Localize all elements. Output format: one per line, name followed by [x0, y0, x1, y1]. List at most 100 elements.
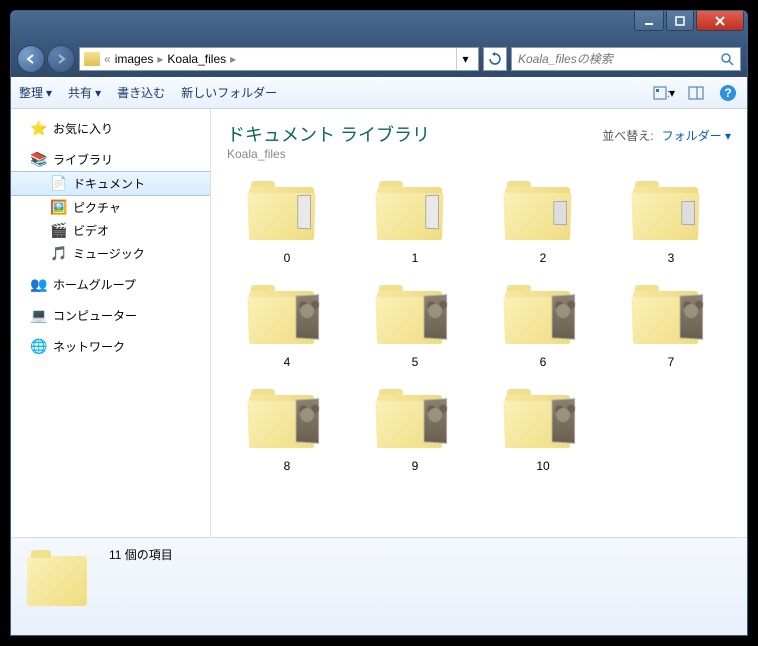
folder-label: 4: [284, 355, 291, 369]
burn-button[interactable]: 書き込む: [117, 84, 165, 101]
address-dropdown[interactable]: ▾: [456, 48, 474, 70]
folder-large-icon: [247, 177, 327, 247]
sidebar-network[interactable]: 🌐ネットワーク: [11, 335, 210, 358]
folder-large-icon: [247, 281, 327, 351]
folder-thumbnail: [424, 294, 447, 339]
minimize-button[interactable]: [634, 11, 664, 31]
address-area: « images ▸ Koala_files ▸ ▾: [11, 41, 747, 77]
folder-thumbnail: [296, 294, 319, 339]
close-button[interactable]: [696, 11, 744, 31]
chevron-icon[interactable]: ▸: [230, 52, 236, 66]
search-box[interactable]: [511, 47, 741, 71]
folder-label: 1: [412, 251, 419, 265]
folder-item[interactable]: 7: [611, 277, 731, 373]
library-icon: 📚: [31, 152, 47, 168]
folder-item[interactable]: 0: [227, 173, 347, 269]
folder-thumbnail: [425, 195, 439, 230]
folder-grid: 0 1 2 3 4 5 6 7 8 9 10: [227, 173, 731, 477]
folder-label: 7: [668, 355, 675, 369]
folder-label: 2: [540, 251, 547, 265]
star-icon: ⭐: [31, 121, 47, 137]
maximize-button[interactable]: [666, 11, 694, 31]
details-pane: 11 個の項目: [11, 537, 747, 636]
refresh-button[interactable]: [483, 47, 507, 71]
explorer-window: « images ▸ Koala_files ▸ ▾ 整理 ▾ 共有 ▾ 書き込…: [10, 10, 748, 636]
music-icon: 🎵: [51, 246, 67, 262]
folder-large-icon: [375, 281, 455, 351]
new-folder-button[interactable]: 新しいフォルダー: [181, 84, 277, 101]
navigation-pane: ⭐お気に入り 📚ライブラリ 📄ドキュメント 🖼️ピクチャ 🎬ビデオ 🎵ミュージッ…: [11, 109, 211, 537]
folder-label: 8: [284, 459, 291, 473]
organize-menu[interactable]: 整理 ▾: [19, 84, 52, 101]
forward-button[interactable]: [47, 45, 75, 73]
sidebar-homegroup[interactable]: 👥ホームグループ: [11, 273, 210, 296]
sidebar-libraries[interactable]: 📚ライブラリ: [11, 148, 210, 171]
folder-large-icon: [503, 177, 583, 247]
folder-large-icon: [631, 177, 711, 247]
homegroup-icon: 👥: [31, 277, 47, 293]
folder-item[interactable]: 10: [483, 381, 603, 477]
folder-label: 9: [412, 459, 419, 473]
breadcrumb-overflow[interactable]: «: [104, 52, 111, 66]
view-menu[interactable]: ▾: [653, 82, 675, 104]
folder-thumbnail: [296, 398, 319, 443]
computer-icon: 💻: [31, 308, 47, 324]
chevron-icon[interactable]: ▸: [157, 52, 163, 66]
back-button[interactable]: [17, 45, 45, 73]
folder-label: 3: [668, 251, 675, 265]
folder-item[interactable]: 8: [227, 381, 347, 477]
folder-label: 0: [284, 251, 291, 265]
folder-item[interactable]: 2: [483, 173, 603, 269]
folder-thumbnail: [681, 201, 695, 225]
picture-icon: 🖼️: [51, 200, 67, 216]
folder-item[interactable]: 1: [355, 173, 475, 269]
svg-text:?: ?: [724, 86, 731, 100]
sort-label: 並べ替え:: [602, 127, 653, 144]
help-button[interactable]: ?: [717, 82, 739, 104]
folder-item[interactable]: 9: [355, 381, 475, 477]
folder-item[interactable]: 5: [355, 277, 475, 373]
sidebar-pictures[interactable]: 🖼️ピクチャ: [11, 196, 210, 219]
breadcrumb-images[interactable]: images: [115, 52, 154, 66]
toolbar: 整理 ▾ 共有 ▾ 書き込む 新しいフォルダー ▾ ?: [11, 77, 747, 109]
folder-large-icon: [375, 385, 455, 455]
folder-thumbnail: [424, 398, 447, 443]
folder-large-icon: [631, 281, 711, 351]
folder-label: 6: [540, 355, 547, 369]
folder-large-icon: [503, 281, 583, 351]
sidebar-favorites[interactable]: ⭐お気に入り: [11, 117, 210, 140]
library-title: ドキュメント ライブラリ: [227, 121, 430, 147]
folder-thumbnail: [552, 294, 575, 339]
titlebar[interactable]: [11, 11, 747, 41]
sort-dropdown[interactable]: フォルダー ▾: [662, 127, 731, 144]
sidebar-computer[interactable]: 💻コンピューター: [11, 304, 210, 327]
sidebar-documents[interactable]: 📄ドキュメント: [11, 171, 210, 196]
video-icon: 🎬: [51, 223, 67, 239]
address-bar[interactable]: « images ▸ Koala_files ▸ ▾: [79, 47, 479, 71]
folder-item[interactable]: 4: [227, 277, 347, 373]
share-menu[interactable]: 共有 ▾: [68, 84, 101, 101]
library-subtitle: Koala_files: [227, 147, 430, 161]
sidebar-music[interactable]: 🎵ミュージック: [11, 242, 210, 265]
folder-thumbnail: [552, 398, 575, 443]
folder-label: 10: [536, 459, 549, 473]
folder-large-icon: [503, 385, 583, 455]
preview-pane-button[interactable]: [685, 82, 707, 104]
folder-item[interactable]: 6: [483, 277, 603, 373]
item-count: 11 個の項目: [109, 546, 173, 563]
sidebar-videos[interactable]: 🎬ビデオ: [11, 219, 210, 242]
folder-label: 5: [412, 355, 419, 369]
folder-thumbnail: [680, 294, 703, 339]
folder-icon: [27, 546, 97, 616]
breadcrumb-koala[interactable]: Koala_files: [167, 52, 226, 66]
folder-large-icon: [375, 177, 455, 247]
search-input[interactable]: [518, 52, 720, 66]
folder-item[interactable]: 3: [611, 173, 731, 269]
chevron-down-icon: ▾: [95, 86, 101, 100]
folder-thumbnail: [297, 195, 311, 230]
folder-icon: [84, 52, 100, 66]
network-icon: 🌐: [31, 339, 47, 355]
search-icon: [720, 52, 734, 66]
folder-thumbnail: [553, 201, 567, 225]
content-pane: ドキュメント ライブラリ Koala_files 並べ替え: フォルダー ▾ 0…: [211, 109, 747, 537]
